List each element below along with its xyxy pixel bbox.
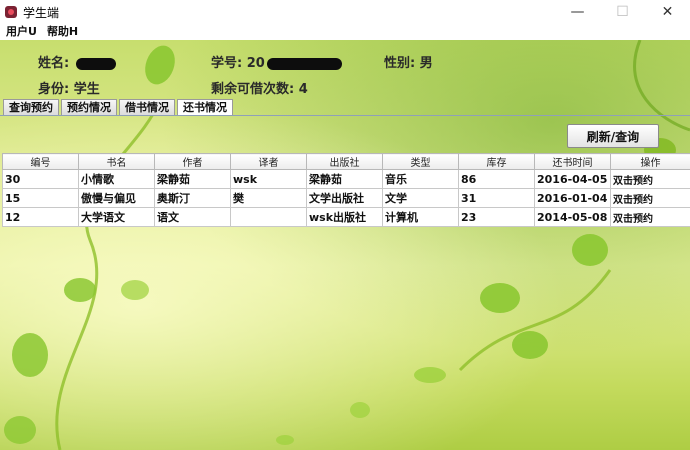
tab-strip: 查询预约 预约情况 借书情况 还书情况 [3, 99, 235, 115]
column-header[interactable]: 操作 [610, 153, 690, 170]
gender-label: 性别: [384, 56, 416, 71]
menu-help[interactable]: 帮助H [43, 23, 82, 39]
cell-publisher[interactable]: 文学出版社 [306, 188, 383, 208]
column-header[interactable]: 书名 [78, 153, 155, 170]
cell-author[interactable]: 奥斯汀 [154, 188, 231, 208]
student-id-label: 学号: [211, 56, 243, 71]
cell-type[interactable]: 计算机 [382, 207, 459, 227]
title-bar: 学生端 — ☐ ✕ [0, 0, 690, 24]
table-row[interactable]: 12 大学语文 语文 wsk出版社 计算机 23 2014-05-08 双击预约 [2, 207, 690, 227]
column-header[interactable]: 作者 [154, 153, 231, 170]
menu-bar: 用户U 帮助H [0, 22, 690, 40]
tab-reservations[interactable]: 预约情况 [61, 99, 117, 115]
cell-author[interactable]: 语文 [154, 207, 231, 227]
refresh-query-button[interactable]: 刷新/查询 [567, 124, 659, 148]
column-header[interactable]: 出版社 [306, 153, 383, 170]
column-header[interactable]: 译者 [230, 153, 307, 170]
cell-type[interactable]: 文学 [382, 188, 459, 208]
remaining-field: 剩余可借次数: 4 [211, 78, 308, 97]
cell-id[interactable]: 12 [2, 207, 79, 227]
cell-publisher[interactable]: 梁静茹 [306, 169, 383, 189]
cell-translator[interactable]: 樊 [230, 188, 307, 208]
cell-publisher[interactable]: wsk出版社 [306, 207, 383, 227]
cell-stock[interactable]: 86 [458, 169, 535, 189]
identity-value: 学生 [73, 82, 100, 97]
remaining-value: 4 [298, 82, 308, 97]
cell-action[interactable]: 双击预约 [610, 207, 690, 227]
close-icon[interactable]: ✕ [645, 0, 690, 24]
cell-return-date[interactable]: 2014-05-08 [534, 207, 611, 227]
cell-type[interactable]: 音乐 [382, 169, 459, 189]
student-id-redacted [266, 57, 342, 70]
cell-title[interactable]: 傲慢与偏见 [78, 188, 155, 208]
window-title: 学生端 [23, 5, 60, 20]
column-header[interactable]: 库存 [458, 153, 535, 170]
student-id-field: 学号: 20 [211, 52, 342, 71]
cell-author[interactable]: 梁静茹 [154, 169, 231, 189]
cell-stock[interactable]: 23 [458, 207, 535, 227]
table-row[interactable]: 30 小情歌 梁静茹 wsk 梁静茹 音乐 86 2016-04-05 双击预约 [2, 169, 690, 189]
column-header[interactable]: 编号 [2, 153, 79, 170]
cell-translator[interactable]: wsk [230, 169, 307, 189]
cell-action[interactable]: 双击预约 [610, 169, 690, 189]
minimize-icon[interactable]: — [555, 0, 600, 24]
student-window: 学生端 — ☐ ✕ 用户U 帮助H 姓名: 学号: 20 性别: 男 身份: 学… [0, 0, 690, 450]
cell-translator[interactable] [230, 207, 307, 227]
identity-label: 身份: [38, 82, 70, 97]
tab-returned[interactable]: 还书情况 [177, 99, 233, 115]
table-row[interactable]: 15 傲慢与偏见 奥斯汀 樊 文学出版社 文学 31 2016-01-04 双击… [2, 188, 690, 208]
cell-title[interactable]: 小情歌 [78, 169, 155, 189]
menu-user[interactable]: 用户U [2, 23, 41, 39]
name-redacted [75, 57, 116, 70]
tab-borrowed[interactable]: 借书情况 [119, 99, 175, 115]
tab-query-reserve[interactable]: 查询预约 [3, 99, 59, 115]
cell-return-date[interactable]: 2016-04-05 [534, 169, 611, 189]
name-field: 姓名: [38, 52, 116, 71]
remaining-label: 剩余可借次数: [211, 82, 295, 97]
cell-action[interactable]: 双击预约 [610, 188, 690, 208]
tab-divider [0, 115, 690, 116]
column-header[interactable]: 还书时间 [534, 153, 611, 170]
table-header-row: 编号 书名 作者 译者 出版社 类型 库存 还书时间 操作 [2, 153, 690, 170]
cell-stock[interactable]: 31 [458, 188, 535, 208]
maximize-icon[interactable]: ☐ [600, 0, 645, 24]
identity-field: 身份: 学生 [38, 78, 100, 97]
column-header[interactable]: 类型 [382, 153, 459, 170]
book-app-icon [5, 6, 17, 18]
cell-title[interactable]: 大学语文 [78, 207, 155, 227]
cell-id[interactable]: 15 [2, 188, 79, 208]
name-label: 姓名: [38, 56, 70, 71]
results-table: 编号 书名 作者 译者 出版社 类型 库存 还书时间 操作 30 小情歌 梁静茹… [2, 153, 690, 227]
gender-value: 男 [419, 56, 433, 71]
cell-id[interactable]: 30 [2, 169, 79, 189]
cell-return-date[interactable]: 2016-01-04 [534, 188, 611, 208]
gender-field: 性别: 男 [384, 52, 433, 71]
student-id-prefix: 20 [246, 56, 265, 71]
